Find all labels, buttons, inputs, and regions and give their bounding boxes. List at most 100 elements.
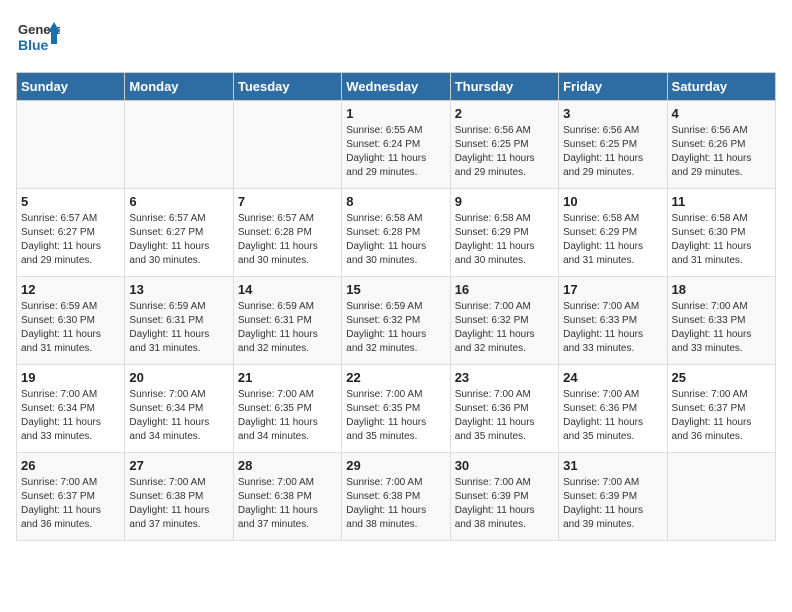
day-info: Sunrise: 6:58 AMSunset: 6:29 PMDaylight:… bbox=[455, 212, 554, 268]
logo: General Blue bbox=[16, 16, 60, 60]
day-number: 31 bbox=[563, 458, 662, 473]
day-number: 21 bbox=[238, 370, 337, 385]
week-row-5: 26 Sunrise: 7:00 AMSunset: 6:37 PMDayligh… bbox=[17, 453, 776, 541]
day-number: 29 bbox=[346, 458, 445, 473]
day-info: Sunrise: 7:00 AMSunset: 6:36 PMDaylight:… bbox=[563, 388, 662, 444]
day-number: 5 bbox=[21, 194, 120, 209]
day-info: Sunrise: 6:58 AMSunset: 6:29 PMDaylight:… bbox=[563, 212, 662, 268]
logo-svg: General Blue bbox=[16, 16, 60, 60]
day-info: Sunrise: 7:00 AMSunset: 6:33 PMDaylight:… bbox=[563, 300, 662, 356]
day-cell: 9 Sunrise: 6:58 AMSunset: 6:29 PMDaylight… bbox=[450, 189, 558, 277]
day-cell: 16 Sunrise: 7:00 AMSunset: 6:32 PMDayligh… bbox=[450, 277, 558, 365]
day-cell: 8 Sunrise: 6:58 AMSunset: 6:28 PMDaylight… bbox=[342, 189, 450, 277]
day-number: 9 bbox=[455, 194, 554, 209]
day-cell: 2 Sunrise: 6:56 AMSunset: 6:25 PMDaylight… bbox=[450, 101, 558, 189]
day-info: Sunrise: 6:59 AMSunset: 6:30 PMDaylight:… bbox=[21, 300, 120, 356]
day-cell: 29 Sunrise: 7:00 AMSunset: 6:38 PMDayligh… bbox=[342, 453, 450, 541]
day-cell: 1 Sunrise: 6:55 AMSunset: 6:24 PMDaylight… bbox=[342, 101, 450, 189]
day-cell: 12 Sunrise: 6:59 AMSunset: 6:30 PMDayligh… bbox=[17, 277, 125, 365]
day-info: Sunrise: 7:00 AMSunset: 6:37 PMDaylight:… bbox=[21, 476, 120, 532]
svg-text:Blue: Blue bbox=[18, 37, 49, 53]
day-cell: 22Sunrise: 7:00 AMSunset: 6:35 PMDayligh… bbox=[342, 365, 450, 453]
day-number: 27 bbox=[129, 458, 228, 473]
day-cell: 11 Sunrise: 6:58 AMSunset: 6:30 PMDayligh… bbox=[667, 189, 775, 277]
day-number: 6 bbox=[129, 194, 228, 209]
day-number: 11 bbox=[672, 194, 771, 209]
day-info: Sunrise: 7:00 AMSunset: 6:34 PMDaylight:… bbox=[21, 388, 120, 444]
day-info: Sunrise: 6:57 AMSunset: 6:27 PMDaylight:… bbox=[129, 212, 228, 268]
day-info: Sunrise: 7:00 AMSunset: 6:37 PMDaylight:… bbox=[672, 388, 771, 444]
day-number: 15 bbox=[346, 282, 445, 297]
day-cell: 13 Sunrise: 6:59 AMSunset: 6:31 PMDayligh… bbox=[125, 277, 233, 365]
day-info: Sunrise: 7:00 AMSunset: 6:35 PMDaylight:… bbox=[238, 388, 337, 444]
day-number: 25 bbox=[672, 370, 771, 385]
day-info: Sunrise: 7:00 AMSunset: 6:38 PMDaylight:… bbox=[129, 476, 228, 532]
day-cell: 17 Sunrise: 7:00 AMSunset: 6:33 PMDayligh… bbox=[559, 277, 667, 365]
day-cell bbox=[17, 101, 125, 189]
day-cell: 14Sunrise: 6:59 AMSunset: 6:31 PMDayligh… bbox=[233, 277, 341, 365]
day-number: 26 bbox=[21, 458, 120, 473]
day-info: Sunrise: 6:57 AMSunset: 6:27 PMDaylight:… bbox=[21, 212, 120, 268]
day-cell: 21 Sunrise: 7:00 AMSunset: 6:35 PMDayligh… bbox=[233, 365, 341, 453]
day-cell: 30 Sunrise: 7:00 AMSunset: 6:39 PMDayligh… bbox=[450, 453, 558, 541]
header-saturday: Saturday bbox=[667, 73, 775, 101]
header-sunday: Sunday bbox=[17, 73, 125, 101]
day-info: Sunrise: 7:00 AMSunset: 6:32 PMDaylight:… bbox=[455, 300, 554, 356]
day-number: 24 bbox=[563, 370, 662, 385]
page-header: General Blue bbox=[16, 16, 776, 60]
header-row: SundayMondayTuesdayWednesdayThursdayFrid… bbox=[17, 73, 776, 101]
day-number: 2 bbox=[455, 106, 554, 121]
header-friday: Friday bbox=[559, 73, 667, 101]
day-info: Sunrise: 7:00 AMSunset: 6:33 PMDaylight:… bbox=[672, 300, 771, 356]
day-info: Sunrise: 6:59 AMSunset: 6:32 PMDaylight:… bbox=[346, 300, 445, 356]
day-number: 4 bbox=[672, 106, 771, 121]
day-info: Sunrise: 7:00 AMSunset: 6:38 PMDaylight:… bbox=[346, 476, 445, 532]
day-cell bbox=[233, 101, 341, 189]
day-cell: 28 Sunrise: 7:00 AMSunset: 6:38 PMDayligh… bbox=[233, 453, 341, 541]
day-number: 12 bbox=[21, 282, 120, 297]
day-number: 22 bbox=[346, 370, 445, 385]
day-number: 16 bbox=[455, 282, 554, 297]
day-cell: 27 Sunrise: 7:00 AMSunset: 6:38 PMDayligh… bbox=[125, 453, 233, 541]
day-info: Sunrise: 6:58 AMSunset: 6:30 PMDaylight:… bbox=[672, 212, 771, 268]
day-info: Sunrise: 6:59 AMSunset: 6:31 PMDaylight:… bbox=[238, 300, 337, 356]
day-info: Sunrise: 6:59 AMSunset: 6:31 PMDaylight:… bbox=[129, 300, 228, 356]
header-monday: Monday bbox=[125, 73, 233, 101]
day-cell: 15 Sunrise: 6:59 AMSunset: 6:32 PMDayligh… bbox=[342, 277, 450, 365]
header-wednesday: Wednesday bbox=[342, 73, 450, 101]
day-info: Sunrise: 6:55 AMSunset: 6:24 PMDaylight:… bbox=[346, 124, 445, 180]
week-row-3: 12 Sunrise: 6:59 AMSunset: 6:30 PMDayligh… bbox=[17, 277, 776, 365]
day-cell: 25 Sunrise: 7:00 AMSunset: 6:37 PMDayligh… bbox=[667, 365, 775, 453]
day-cell: 23Sunrise: 7:00 AMSunset: 6:36 PMDayligh… bbox=[450, 365, 558, 453]
day-info: Sunrise: 6:56 AMSunset: 6:26 PMDaylight:… bbox=[672, 124, 771, 180]
day-number: 28 bbox=[238, 458, 337, 473]
day-number: 19 bbox=[21, 370, 120, 385]
header-tuesday: Tuesday bbox=[233, 73, 341, 101]
day-number: 30 bbox=[455, 458, 554, 473]
day-cell: 5 Sunrise: 6:57 AMSunset: 6:27 PMDaylight… bbox=[17, 189, 125, 277]
day-cell bbox=[667, 453, 775, 541]
day-cell bbox=[125, 101, 233, 189]
day-info: Sunrise: 6:56 AMSunset: 6:25 PMDaylight:… bbox=[563, 124, 662, 180]
day-cell: 31Sunrise: 7:00 AMSunset: 6:39 PMDayligh… bbox=[559, 453, 667, 541]
day-number: 13 bbox=[129, 282, 228, 297]
day-number: 20 bbox=[129, 370, 228, 385]
week-row-2: 5 Sunrise: 6:57 AMSunset: 6:27 PMDaylight… bbox=[17, 189, 776, 277]
day-cell: 3Sunrise: 6:56 AMSunset: 6:25 PMDaylight… bbox=[559, 101, 667, 189]
day-number: 8 bbox=[346, 194, 445, 209]
day-info: Sunrise: 7:00 AMSunset: 6:34 PMDaylight:… bbox=[129, 388, 228, 444]
day-number: 1 bbox=[346, 106, 445, 121]
day-cell: 10Sunrise: 6:58 AMSunset: 6:29 PMDayligh… bbox=[559, 189, 667, 277]
day-info: Sunrise: 7:00 AMSunset: 6:38 PMDaylight:… bbox=[238, 476, 337, 532]
day-cell: 26 Sunrise: 7:00 AMSunset: 6:37 PMDayligh… bbox=[17, 453, 125, 541]
day-info: Sunrise: 6:58 AMSunset: 6:28 PMDaylight:… bbox=[346, 212, 445, 268]
day-info: Sunrise: 6:56 AMSunset: 6:25 PMDaylight:… bbox=[455, 124, 554, 180]
day-cell: 7 Sunrise: 6:57 AMSunset: 6:28 PMDaylight… bbox=[233, 189, 341, 277]
day-number: 18 bbox=[672, 282, 771, 297]
day-number: 23 bbox=[455, 370, 554, 385]
day-info: Sunrise: 6:57 AMSunset: 6:28 PMDaylight:… bbox=[238, 212, 337, 268]
day-cell: 19 Sunrise: 7:00 AMSunset: 6:34 PMDayligh… bbox=[17, 365, 125, 453]
day-number: 7 bbox=[238, 194, 337, 209]
day-number: 17 bbox=[563, 282, 662, 297]
day-info: Sunrise: 7:00 AMSunset: 6:39 PMDaylight:… bbox=[455, 476, 554, 532]
